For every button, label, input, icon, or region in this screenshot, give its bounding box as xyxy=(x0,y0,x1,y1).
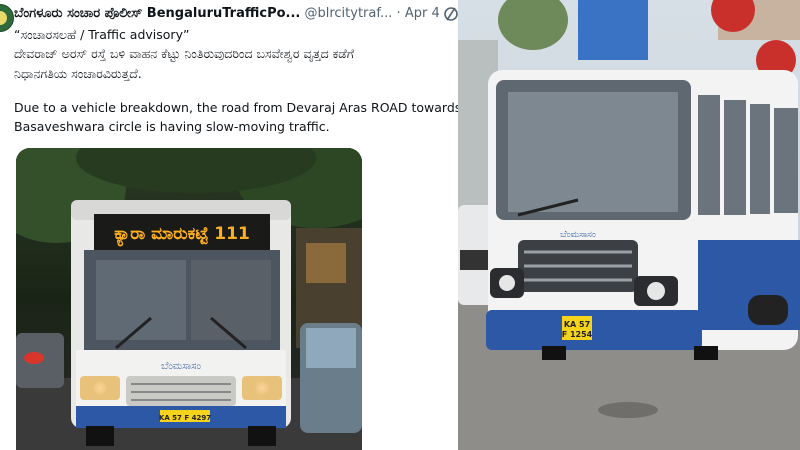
tweet-panel: ಬೆಂಗಳೂರು ಸಂಚಾರ ಪೊಲೀಸ್ BengaluruTrafficPo… xyxy=(0,0,462,450)
plate-line-1: KA 57 xyxy=(564,320,590,329)
tweet-date[interactable]: Apr 4 xyxy=(405,6,440,21)
display-name[interactable]: ಬೆಂಗಳೂರು ಸಂಚಾರ ಪೊಲೀಸ್ BengaluruTrafficPo… xyxy=(14,6,300,21)
bus-plate: KA 57 F 4297 xyxy=(159,414,211,422)
night-bus-photo: ಕ್ಯಾರಾ ಮಾರುಕಟ್ಟೆ 111 ಬೆಂಮಸಾಸಂ KA 57 F 42… xyxy=(16,148,362,450)
tweet-english-line-2: Basaveshwara circle is having slow-movin… xyxy=(14,119,330,134)
bus-logo-text-day: ಬೆಂಮಸಾಸಂ xyxy=(560,230,596,240)
plate-line-2: F 1254 xyxy=(562,330,593,339)
day-bus-photo: ಬೆಂಮಸಾಸಂ KA 57 F 1254 xyxy=(458,0,800,450)
separator: · xyxy=(396,6,401,21)
destination-board: ಕ್ಯಾರಾ ಮಾರುಕಟ್ಟೆ 111 xyxy=(114,224,250,247)
tweet-kannada-line-1: ದೇವರಾಜ್ ಅರಸ್ ರಸ್ತೆ ಬಳಿ ವಾಹನ ಕೆಟ್ಟು ನಿಂತಿ… xyxy=(14,46,354,61)
handle[interactable]: @blrcitytraf... xyxy=(304,6,392,21)
tweet-kannada-line-2: ನಿಧಾನಗತಿಯ ಸಂಚಾರವಿರುತ್ತದೆ. xyxy=(14,66,142,81)
bus-logo-text: ಬೆಂಮಸಾಸಂ xyxy=(161,361,201,372)
bus-photo-day: ಬೆಂಮಸಾಸಂ KA 57 F 1254 xyxy=(458,0,800,450)
tweet-photo[interactable]: ಕ್ಯಾರಾ ಮಾರುಕಟ್ಟೆ 111 ಬೆಂಮಸಾಸಂ KA 57 F 42… xyxy=(16,148,362,450)
tweet-header: ಬೆಂಗಳೂರು ಸಂಚಾರ ಪೊಲೀಸ್ BengaluruTrafficPo… xyxy=(14,6,459,24)
grok-icon[interactable] xyxy=(443,6,459,22)
avatar[interactable] xyxy=(0,4,14,32)
tweet-english-line-1: Due to a vehicle breakdown, the road fro… xyxy=(14,100,462,115)
tweet-title-line: “ಸಂಚಾರಸಲಹೆ / Traffic advisory” xyxy=(14,27,190,42)
